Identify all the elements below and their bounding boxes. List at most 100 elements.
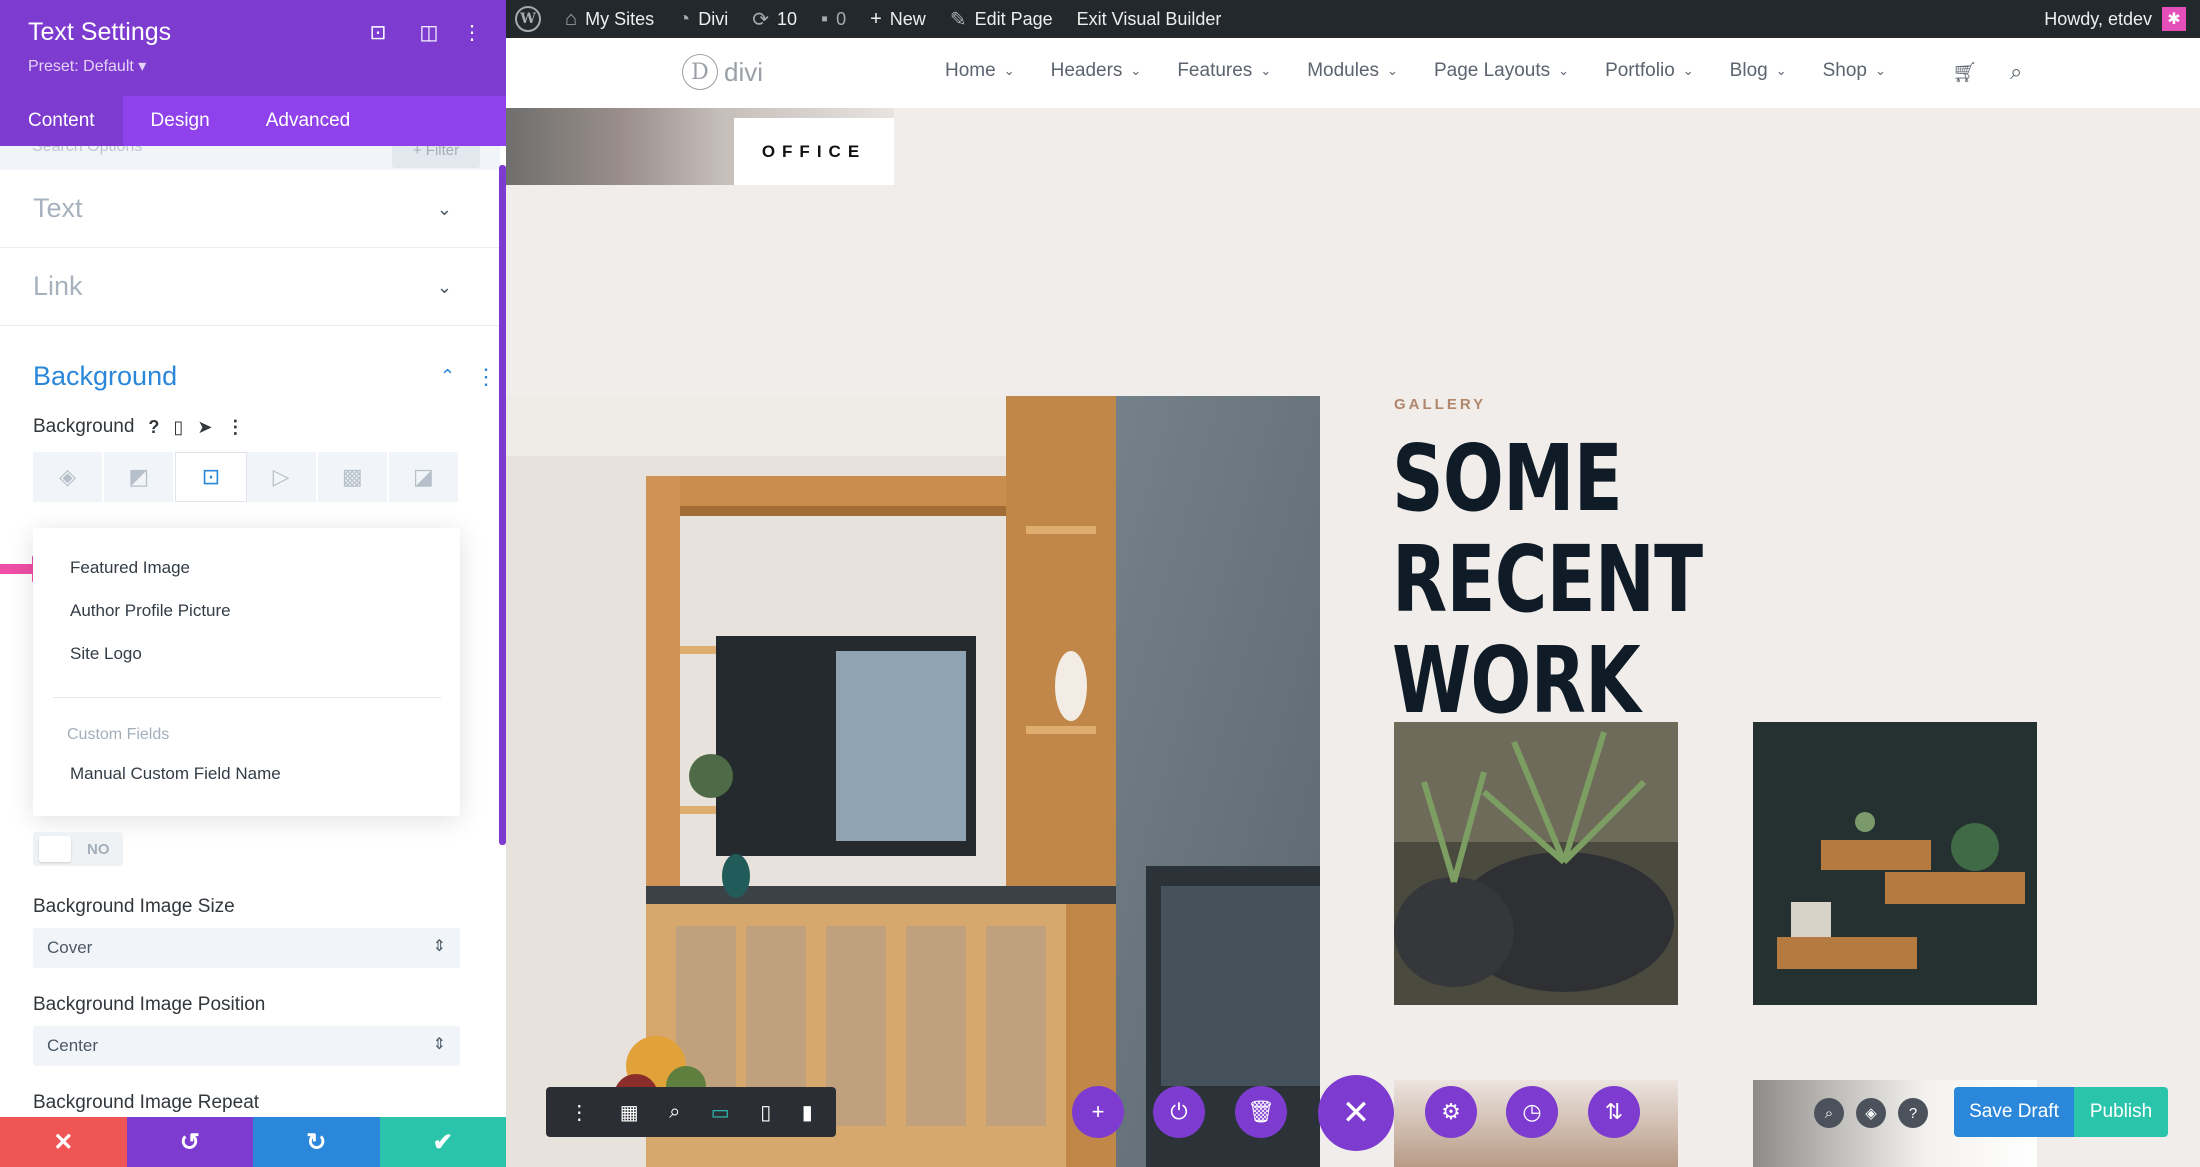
chevron-down-icon: ⌄ (1130, 63, 1142, 78)
help-icon[interactable]: ? (148, 417, 159, 438)
select-value: Center (47, 1036, 99, 1055)
zoom-icon[interactable]: ⌕ (669, 1101, 680, 1124)
page-settings-button[interactable]: ⚙ (1425, 1086, 1477, 1138)
undo-button[interactable]: ↺ (126, 1117, 253, 1167)
section-title: Link (33, 271, 83, 301)
dyn-item-site-logo[interactable]: Site Logo (70, 644, 142, 664)
nav-item-shop[interactable]: Shop ⌄ (1823, 60, 1886, 82)
bg-image-position-label: Background Image Position (33, 994, 266, 1015)
nav-item-modules[interactable]: Modules ⌄ (1307, 60, 1398, 82)
preset-dropdown[interactable]: Preset: Default ▾ (28, 56, 146, 76)
nav-item-home[interactable]: Home ⌄ (945, 60, 1015, 82)
toggle-text[interactable]: Text ⌄ (0, 170, 500, 248)
comments-menu[interactable]: ▪ 0 (809, 0, 858, 38)
dynamic-content-menu: Featured Image Author Profile Picture Si… (33, 528, 460, 816)
section-title: Text (33, 193, 83, 223)
bg-pattern-tab[interactable]: ▩ (317, 452, 389, 502)
more-options-icon[interactable]: ⋮ (459, 20, 485, 45)
bg-image-position-select[interactable]: Center ⇕ (33, 1026, 460, 1066)
bg-color-tab[interactable]: ◈ (33, 452, 105, 502)
chevron-up-icon[interactable]: ⌃ (440, 366, 455, 387)
toggle-link[interactable]: Link ⌄ (0, 248, 500, 326)
menu-divider (53, 697, 441, 698)
gallery-heading: SOME RECENT WORK (1392, 425, 1703, 734)
dyn-item-featured-image[interactable]: Featured Image (70, 558, 190, 578)
site-name-menu[interactable]: ◔ Divi (666, 0, 740, 38)
mask-icon: ◪ (413, 464, 434, 489)
exit-visual-builder-link[interactable]: Exit Visual Builder (1065, 0, 1234, 38)
select-value: Cover (47, 938, 93, 957)
gallery-thumb-plant[interactable] (1394, 722, 1678, 1005)
dyn-item-manual-custom-field[interactable]: Manual Custom Field Name (70, 764, 281, 784)
desktop-view-icon[interactable]: ▭ (711, 1100, 730, 1125)
section-options-icon[interactable]: ⋮ (475, 364, 497, 390)
builder-help-icons: ⌕ ◈ ? (1814, 1098, 1928, 1128)
clear-layout-button[interactable]: 🗑︎ (1235, 1086, 1287, 1138)
nav-item-portfolio[interactable]: Portfolio ⌄ (1605, 60, 1694, 82)
tablet-view-icon[interactable]: ▯ (760, 1100, 771, 1125)
tab-content[interactable]: Content (0, 96, 123, 146)
history-button[interactable]: ◷ (1506, 1086, 1558, 1138)
bg-gradient-tab[interactable]: ◩ (104, 452, 176, 502)
account-menu[interactable]: Howdy, etdev ✱ (2044, 7, 2200, 31)
filter-button[interactable]: + Filter (392, 146, 480, 168)
close-builder-button[interactable]: ✕ (1318, 1075, 1394, 1151)
sort-button[interactable]: ⇅ (1588, 1086, 1640, 1138)
wp-logo-menu[interactable]: W (505, 0, 553, 38)
responsive-icon[interactable]: ▯ (173, 417, 183, 438)
updates-menu[interactable]: ⟳ 10 (740, 0, 809, 38)
pencil-icon: ✎ (949, 8, 967, 31)
dyn-group-custom-fields: Custom Fields (67, 726, 170, 743)
gear-icon: ⚙ (1441, 1099, 1461, 1124)
bg-mask-tab[interactable]: ◪ (388, 452, 461, 502)
toggle-background-title[interactable]: Background (33, 361, 177, 392)
nav-item-page-layouts[interactable]: Page Layouts ⌄ (1434, 60, 1569, 82)
search-options-input[interactable]: Search Options (32, 146, 142, 156)
chevron-down-icon: ⌄ (1003, 63, 1015, 78)
save-button[interactable]: ✔ (379, 1117, 506, 1167)
tab-advanced[interactable]: Advanced (238, 96, 379, 146)
discard-button[interactable]: ✕ (0, 1117, 127, 1167)
layers-icon[interactable]: ◈ (1856, 1098, 1886, 1128)
settings-panel: Text Settings Preset: Default ▾ ⊡ ◫ ⋮ Co… (0, 0, 506, 1167)
nav-item-headers[interactable]: Headers ⌄ (1051, 60, 1142, 82)
gallery-thumb-shelves[interactable] (1753, 722, 2037, 1005)
background-type-tabs: ◈ ◩ ⊡ ▷ ▩ ◪ (33, 452, 461, 502)
bg-video-tab[interactable]: ▷ (246, 452, 318, 502)
my-sites-menu[interactable]: ⌂ My Sites (553, 0, 666, 38)
tab-design[interactable]: Design (123, 96, 238, 146)
nav-label: Portfolio (1605, 60, 1675, 81)
fullscreen-icon[interactable]: ⊡ (365, 20, 391, 45)
bg-image-size-select[interactable]: Cover ⇕ (33, 928, 460, 968)
redo-button[interactable]: ↻ (253, 1117, 380, 1167)
updates-icon: ⟳ (752, 8, 769, 31)
site-logo[interactable]: D divi (682, 54, 763, 90)
dyn-item-author-profile-picture[interactable]: Author Profile Picture (70, 601, 231, 621)
help-icon[interactable]: ? (1898, 1098, 1928, 1128)
portability-button[interactable]: ⏻ (1153, 1086, 1205, 1138)
nav-item-blog[interactable]: Blog ⌄ (1730, 60, 1787, 82)
builder-view-bar: ⋮ ▦ ⌕ ▭ ▯ ▮ (546, 1087, 836, 1137)
nav-item-features[interactable]: Features ⌄ (1177, 60, 1271, 82)
hover-cursor-icon[interactable]: ➤ (197, 417, 212, 438)
wireframe-view-icon[interactable]: ▦ (620, 1100, 639, 1125)
field-options-icon[interactable]: ⋮ (226, 417, 244, 438)
redo-icon: ↻ (306, 1128, 327, 1156)
more-options-icon[interactable]: ⋮ (569, 1100, 589, 1125)
save-draft-button[interactable]: Save Draft (1954, 1087, 2074, 1137)
bg-image-tab[interactable]: ⊡ (175, 452, 247, 502)
new-content-menu[interactable]: + New (858, 0, 938, 38)
publish-button[interactable]: Publish (2074, 1087, 2168, 1137)
search-icon[interactable]: ⌕ (2010, 59, 2022, 85)
add-module-button[interactable]: + (1072, 1086, 1124, 1138)
edit-page-label: Edit Page (974, 8, 1053, 29)
edit-page-link[interactable]: ✎ Edit Page (938, 0, 1065, 38)
parallax-toggle[interactable]: NO (33, 832, 123, 866)
plus-icon: + (870, 7, 882, 30)
cart-icon[interactable]: 🛒︎ (1952, 60, 1977, 85)
phone-view-icon[interactable]: ▮ (802, 1100, 813, 1125)
search-icon[interactable]: ⌕ (1814, 1098, 1844, 1128)
panel-scrollbar[interactable] (499, 165, 506, 845)
pattern-icon: ▩ (341, 464, 363, 489)
dock-panel-icon[interactable]: ◫ (416, 20, 442, 45)
